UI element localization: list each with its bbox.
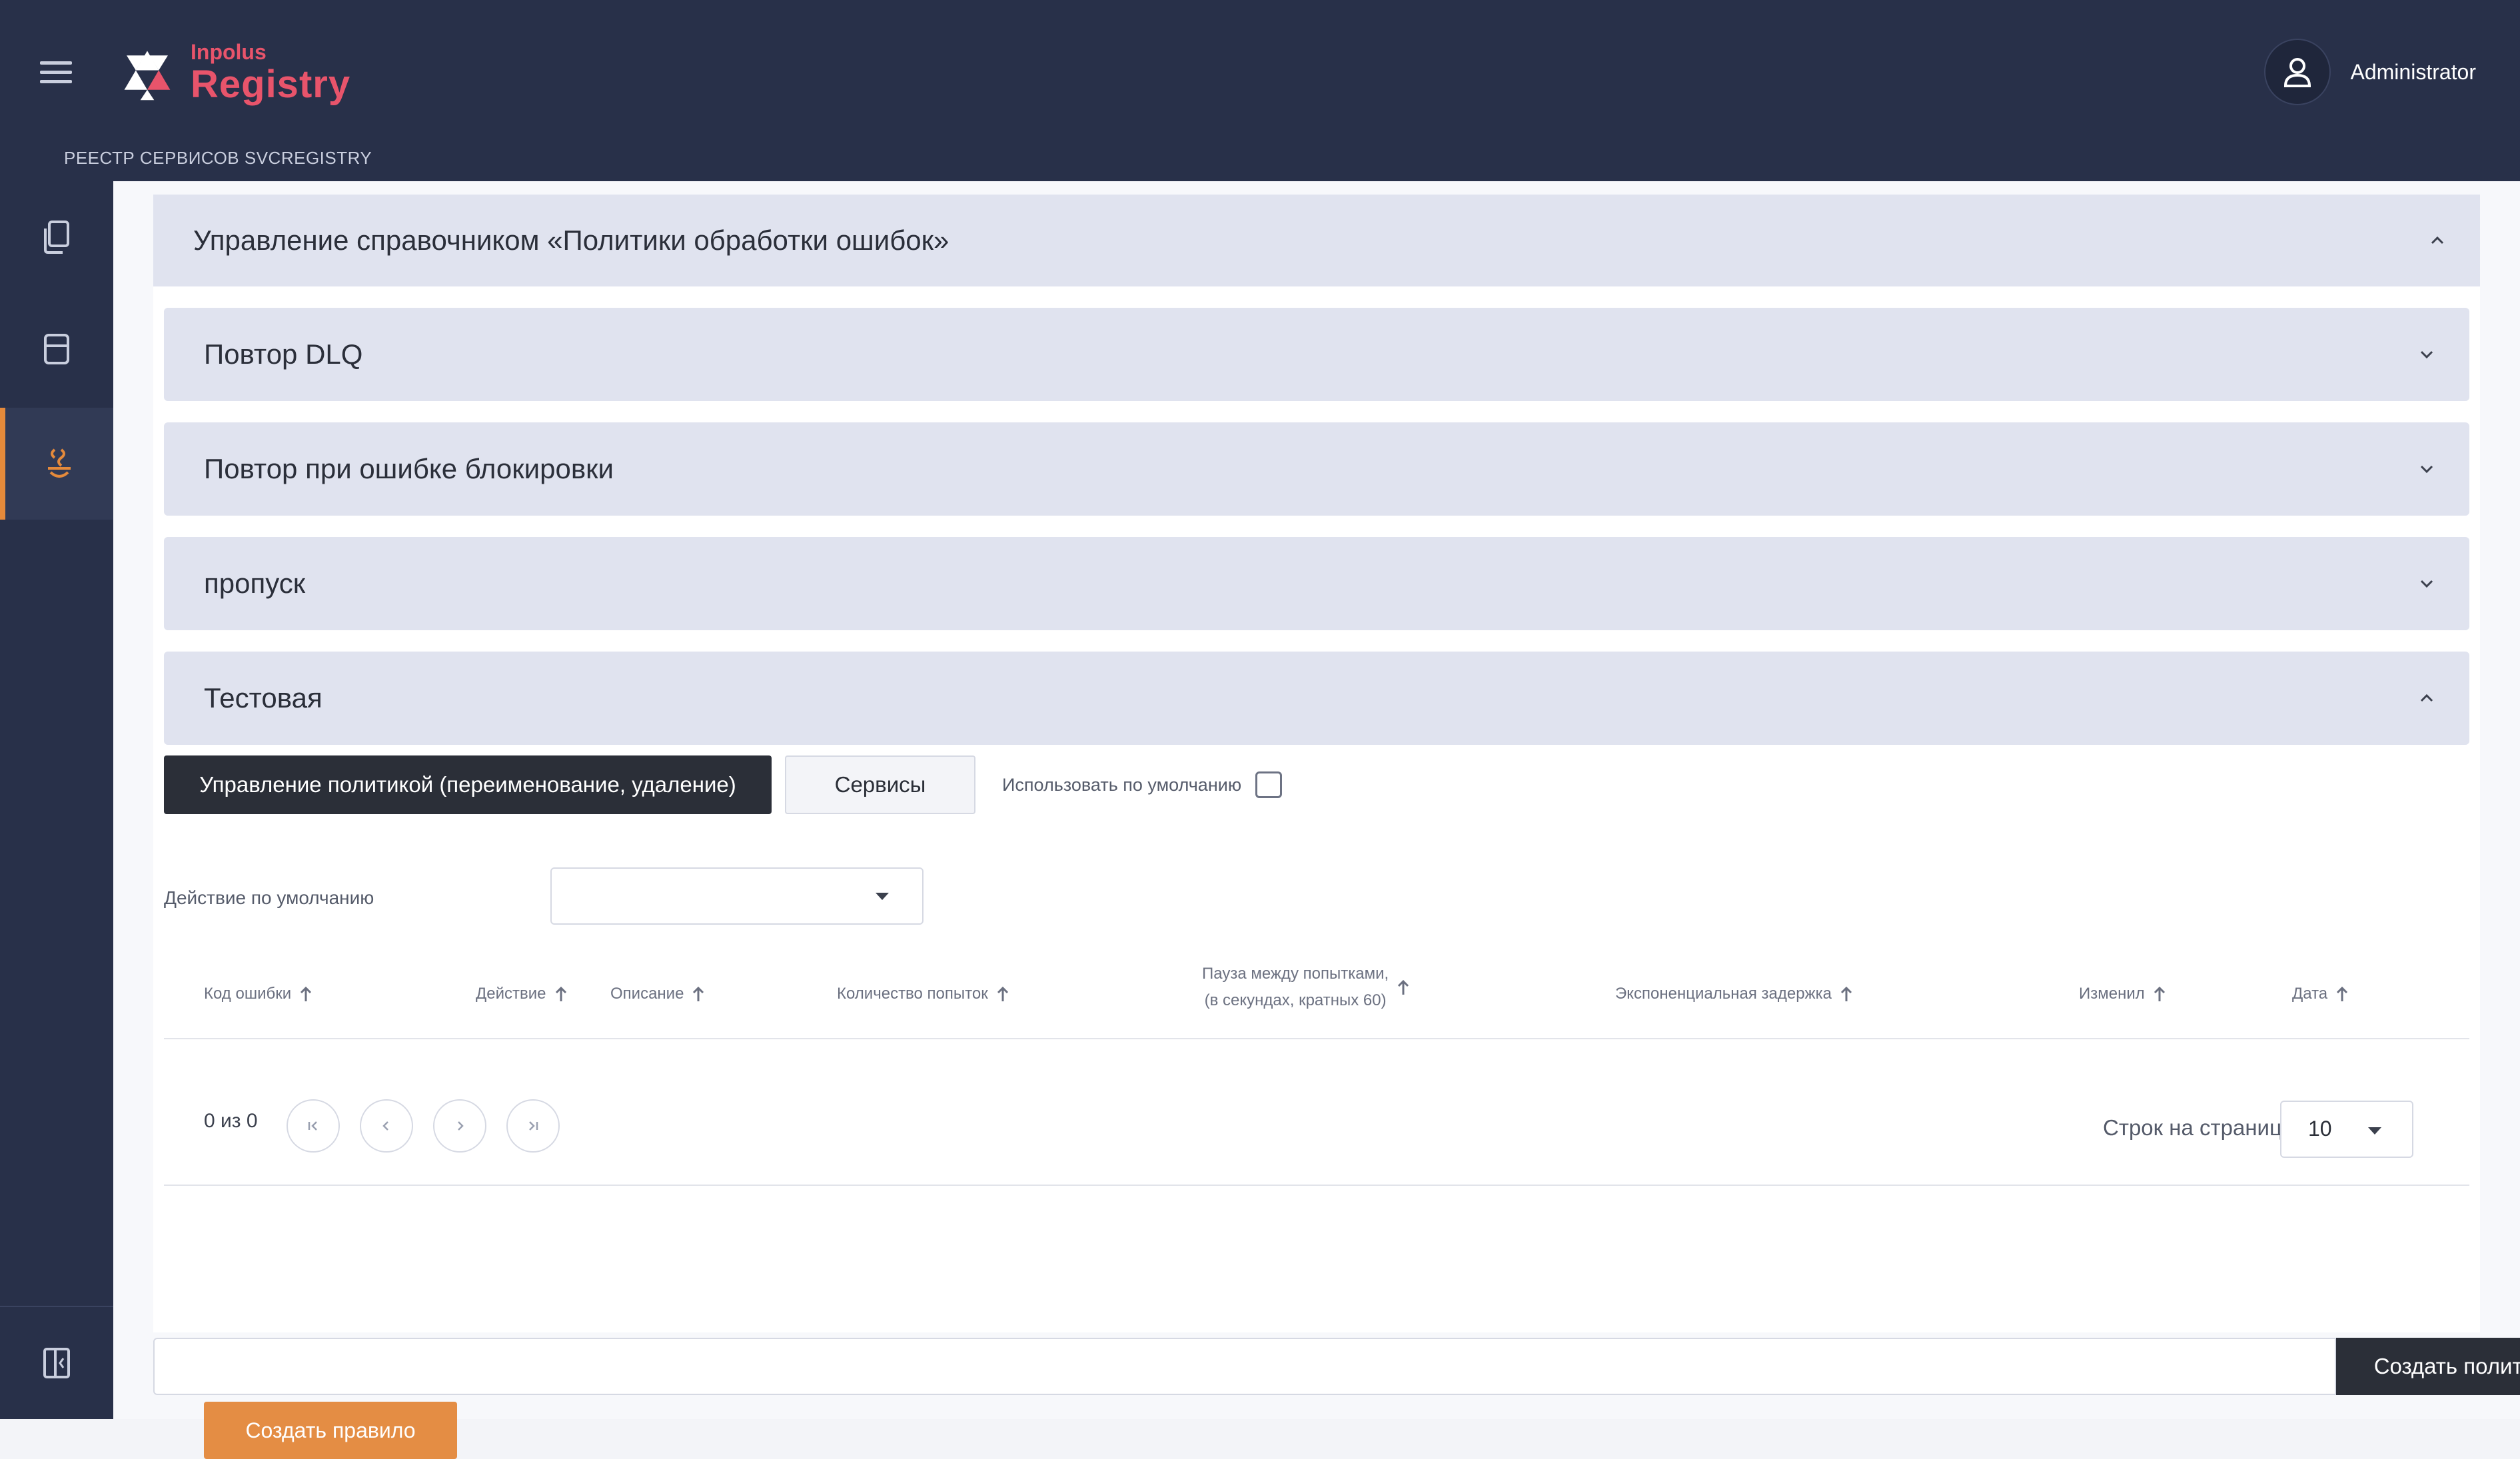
- chevron-down-icon[interactable]: [2417, 460, 2436, 478]
- user-menu[interactable]: Administrator: [2263, 39, 2477, 105]
- sidebar-item-documents[interactable]: [0, 181, 113, 293]
- chevron-up-icon[interactable]: [2417, 689, 2436, 708]
- column-label-line1: Пауза между попытками,: [1202, 965, 1389, 983]
- chevron-up-icon[interactable]: [2428, 231, 2447, 250]
- panel-header[interactable]: Управление справочником «Политики обрабо…: [153, 195, 2480, 286]
- manage-policy-button[interactable]: Управление политикой (переименование, уд…: [164, 755, 772, 814]
- accordion-label: Повтор при ошибке блокировки: [204, 453, 614, 484]
- use-default-checkbox[interactable]: [1255, 771, 1282, 798]
- chevron-right-icon: [458, 1121, 464, 1131]
- column-label: Изменил: [2079, 985, 2145, 1003]
- last-page-button[interactable]: [506, 1099, 560, 1153]
- column-label: Количество попыток: [837, 985, 988, 1003]
- column-header-pause[interactable]: Пауза между попытками, (в секундах, крат…: [1202, 961, 1410, 1014]
- sort-arrow-up-icon: [2337, 986, 2348, 1001]
- create-rule-button[interactable]: Создать правило: [204, 1402, 457, 1459]
- default-action-label: Действие по умолчанию: [164, 887, 374, 908]
- table-divider: [164, 1038, 2469, 1039]
- user-name[interactable]: Administrator: [2351, 60, 2477, 85]
- policy-icon: [48, 448, 71, 478]
- prev-page-button[interactable]: [360, 1099, 413, 1153]
- chevron-left-icon: [382, 1121, 388, 1131]
- create-policy-button[interactable]: Создать политику: [2336, 1338, 2520, 1395]
- storage-icon: [44, 334, 69, 364]
- sort-arrow-up-icon: [2154, 986, 2165, 1001]
- column-header-exponential-delay[interactable]: Экспоненциальная задержка: [1615, 985, 1853, 1003]
- column-label-multiline: Пауза между попытками, (в секундах, крат…: [1202, 961, 1389, 1014]
- column-label: Описание: [610, 985, 684, 1003]
- services-button[interactable]: Сервисы: [785, 755, 975, 814]
- sort-arrow-up-icon: [997, 986, 1008, 1001]
- rows-per-page-select[interactable]: 10: [2280, 1101, 2413, 1158]
- column-label: Дата: [2292, 985, 2328, 1003]
- pagination-divider: [164, 1185, 2469, 1186]
- logo-mark-icon: [124, 51, 171, 101]
- main-content: Управление справочником «Политики обрабо…: [113, 181, 2520, 1459]
- user-avatar-icon[interactable]: [2263, 39, 2331, 105]
- app-header: Inpolus Registry РЕЕСТР СЕРВИСОВ SVCREGI…: [0, 0, 2520, 181]
- pagination-summary: 0 из 0: [204, 1110, 258, 1132]
- policies-panel: Управление справочником «Политики обрабо…: [153, 195, 2480, 1459]
- accordion-label: Тестовая: [204, 682, 322, 714]
- column-header-attempts[interactable]: Количество попыток: [837, 985, 1009, 1003]
- hamburger-menu-icon[interactable]: [40, 61, 72, 85]
- first-page-button[interactable]: [287, 1099, 340, 1153]
- column-header-error-code[interactable]: Код ошибки: [204, 985, 313, 1003]
- rows-per-page-value: 10: [2308, 1117, 2332, 1141]
- sidebar-item-storage[interactable]: [0, 293, 113, 405]
- sidebar: [0, 181, 113, 1419]
- app-logo[interactable]: Inpolus Registry: [119, 41, 350, 104]
- logo-subtitle: Inpolus: [191, 40, 267, 64]
- dropdown-caret-icon: [876, 893, 889, 900]
- accordion-test[interactable]: Тестовая: [164, 652, 2469, 745]
- column-header-changed-by[interactable]: Изменил: [2079, 985, 2166, 1003]
- first-page-icon: [308, 1121, 317, 1131]
- column-label: Экспоненциальная задержка: [1615, 985, 1832, 1003]
- breadcrumb[interactable]: РЕЕСТР СЕРВИСОВ SVCREGISTRY: [64, 148, 372, 169]
- accordion-lock-error-retry[interactable]: Повтор при ошибке блокировки: [164, 422, 2469, 516]
- column-header-action[interactable]: Действие: [476, 985, 568, 1003]
- chevron-down-icon[interactable]: [2417, 345, 2436, 364]
- collapse-sidebar-icon: [43, 1348, 70, 1378]
- sort-arrow-up-icon: [555, 986, 566, 1001]
- accordion-label: Повтор DLQ: [204, 338, 363, 370]
- accordion-skip[interactable]: пропуск: [164, 537, 2469, 630]
- column-header-date[interactable]: Дата: [2292, 985, 2349, 1003]
- panel-title: Управление справочником «Политики обрабо…: [193, 225, 949, 256]
- accordion-dlq-retry[interactable]: Повтор DLQ: [164, 308, 2469, 401]
- column-header-description[interactable]: Описание: [610, 985, 705, 1003]
- policy-name-input[interactable]: [153, 1338, 2336, 1395]
- sort-arrow-up-icon: [1840, 986, 1852, 1001]
- column-label: Действие: [476, 985, 546, 1003]
- dropdown-caret-icon: [2368, 1127, 2381, 1135]
- accordion-label: пропуск: [204, 568, 306, 599]
- default-action-select[interactable]: [550, 867, 924, 925]
- sort-arrow-up-icon: [1398, 979, 1409, 995]
- column-label-line2: (в секундах, кратных 60): [1204, 991, 1387, 1009]
- next-page-button[interactable]: [433, 1099, 486, 1153]
- column-label: Код ошибки: [204, 985, 292, 1003]
- last-page-icon: [529, 1121, 538, 1131]
- use-default-label: Использовать по умолчанию: [1002, 775, 1242, 795]
- sidebar-item-policies[interactable]: [0, 408, 113, 520]
- documents-icon: [44, 221, 69, 254]
- rows-per-page-label: Строк на страницу: [2103, 1115, 2293, 1140]
- sidebar-collapse-button[interactable]: [0, 1306, 113, 1419]
- sort-arrow-up-icon: [693, 986, 704, 1001]
- sort-arrow-up-icon: [301, 986, 312, 1001]
- chevron-down-icon[interactable]: [2417, 574, 2436, 593]
- logo-title: Registry: [191, 63, 351, 106]
